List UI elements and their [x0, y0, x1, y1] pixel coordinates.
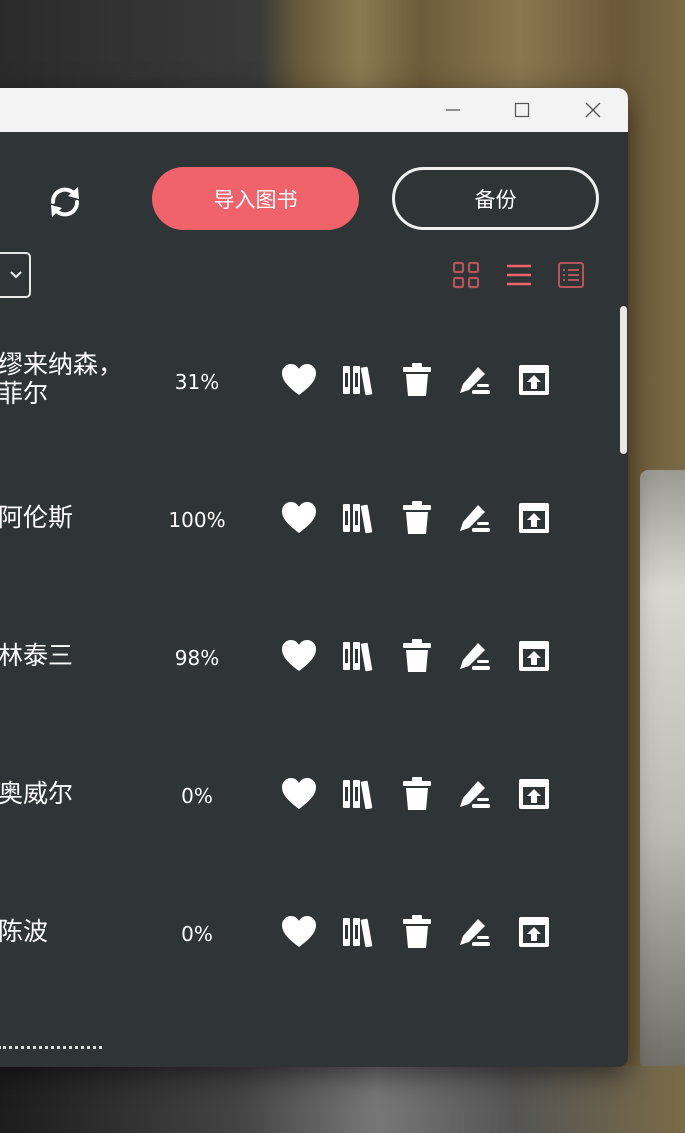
- maximize-button[interactable]: [493, 88, 551, 132]
- list-icon: [507, 264, 531, 286]
- book-row[interactable]: 陈波 0%: [0, 874, 612, 984]
- maximize-icon: [514, 102, 530, 118]
- edit-button[interactable]: [456, 912, 494, 952]
- add-to-shelf-button[interactable]: [340, 498, 378, 538]
- minimize-button[interactable]: [424, 88, 482, 132]
- heart-icon: [282, 502, 316, 533]
- sort-dropdown[interactable]: [0, 252, 31, 298]
- list-view-button[interactable]: [504, 260, 534, 290]
- book-author: 奥威尔: [0, 779, 74, 808]
- app-window: 导入图书 备份 缪来纳森， 菲尔 31% 阿伦斯 100% 林泰三 98% 奥威尔 0: [0, 88, 628, 1067]
- trash-icon: [403, 915, 431, 948]
- reading-progress: 98%: [174, 646, 220, 670]
- favorite-button[interactable]: [280, 360, 318, 400]
- partial-list-item: [0, 1046, 118, 1056]
- delete-button[interactable]: [398, 774, 436, 814]
- heart-icon: [282, 778, 316, 809]
- close-icon: [585, 102, 601, 118]
- title-bar: [0, 88, 628, 132]
- bookshelf-icon: [343, 642, 373, 672]
- heart-icon: [282, 364, 316, 395]
- export-icon: [519, 365, 549, 395]
- reading-progress: 100%: [168, 508, 226, 532]
- scrollbar-thumb[interactable]: [620, 306, 627, 454]
- import-books-button[interactable]: 导入图书: [152, 167, 359, 230]
- delete-button[interactable]: [398, 498, 436, 538]
- heart-icon: [282, 916, 316, 947]
- add-to-shelf-button[interactable]: [340, 360, 378, 400]
- book-author: 阿伦斯: [0, 503, 74, 532]
- bookshelf-icon: [343, 366, 373, 396]
- edit-icon: [460, 505, 490, 532]
- add-to-shelf-button[interactable]: [340, 774, 378, 814]
- edit-button[interactable]: [456, 636, 494, 676]
- book-author: 林泰三: [0, 641, 74, 670]
- favorite-button[interactable]: [280, 912, 318, 952]
- reading-progress: 0%: [181, 784, 213, 808]
- bookshelf-icon: [343, 504, 373, 534]
- minimize-icon: [446, 109, 460, 111]
- reading-progress: 0%: [181, 922, 213, 946]
- edit-icon: [460, 367, 490, 394]
- export-button[interactable]: [515, 360, 553, 400]
- close-button[interactable]: [564, 88, 622, 132]
- detail-view-button[interactable]: [556, 260, 586, 290]
- book-row[interactable]: 缪来纳森， 菲尔 31%: [0, 322, 612, 432]
- export-button[interactable]: [515, 498, 553, 538]
- export-icon: [519, 503, 549, 533]
- delete-button[interactable]: [398, 912, 436, 952]
- edit-icon: [460, 919, 490, 946]
- book-list: 缪来纳森， 菲尔 31% 阿伦斯 100% 林泰三 98% 奥威尔 0% 陈波 0%: [0, 318, 612, 1067]
- backup-button[interactable]: 备份: [392, 167, 599, 230]
- book-row[interactable]: 林泰三 98%: [0, 598, 612, 708]
- chevron-down-icon: [10, 271, 22, 279]
- favorite-button[interactable]: [280, 636, 318, 676]
- trash-icon: [403, 501, 431, 534]
- edit-button[interactable]: [456, 774, 494, 814]
- trash-icon: [403, 639, 431, 672]
- export-button[interactable]: [515, 774, 553, 814]
- export-button[interactable]: [515, 636, 553, 676]
- reading-progress: 31%: [174, 370, 220, 394]
- edit-button[interactable]: [456, 360, 494, 400]
- detail-list-icon: [558, 262, 584, 288]
- grid-icon: [452, 261, 480, 289]
- book-author: 缪来纳森， 菲尔: [0, 350, 124, 408]
- add-to-shelf-button[interactable]: [340, 912, 378, 952]
- heart-icon: [282, 640, 316, 671]
- grid-view-button[interactable]: [451, 260, 481, 290]
- trash-icon: [403, 363, 431, 396]
- export-icon: [519, 917, 549, 947]
- book-row[interactable]: 奥威尔 0%: [0, 736, 612, 846]
- export-icon: [519, 641, 549, 671]
- edit-button[interactable]: [456, 498, 494, 538]
- bookshelf-icon: [343, 918, 373, 948]
- favorite-button[interactable]: [280, 774, 318, 814]
- sync-button[interactable]: [41, 178, 89, 226]
- favorite-button[interactable]: [280, 498, 318, 538]
- sync-icon: [50, 187, 80, 217]
- edit-icon: [460, 781, 490, 808]
- edit-icon: [460, 643, 490, 670]
- bookshelf-icon: [343, 780, 373, 810]
- book-row[interactable]: 阿伦斯 100%: [0, 460, 612, 570]
- delete-button[interactable]: [398, 360, 436, 400]
- trash-icon: [403, 777, 431, 810]
- book-author: 陈波: [0, 917, 49, 946]
- export-button[interactable]: [515, 912, 553, 952]
- delete-button[interactable]: [398, 636, 436, 676]
- add-to-shelf-button[interactable]: [340, 636, 378, 676]
- export-icon: [519, 779, 549, 809]
